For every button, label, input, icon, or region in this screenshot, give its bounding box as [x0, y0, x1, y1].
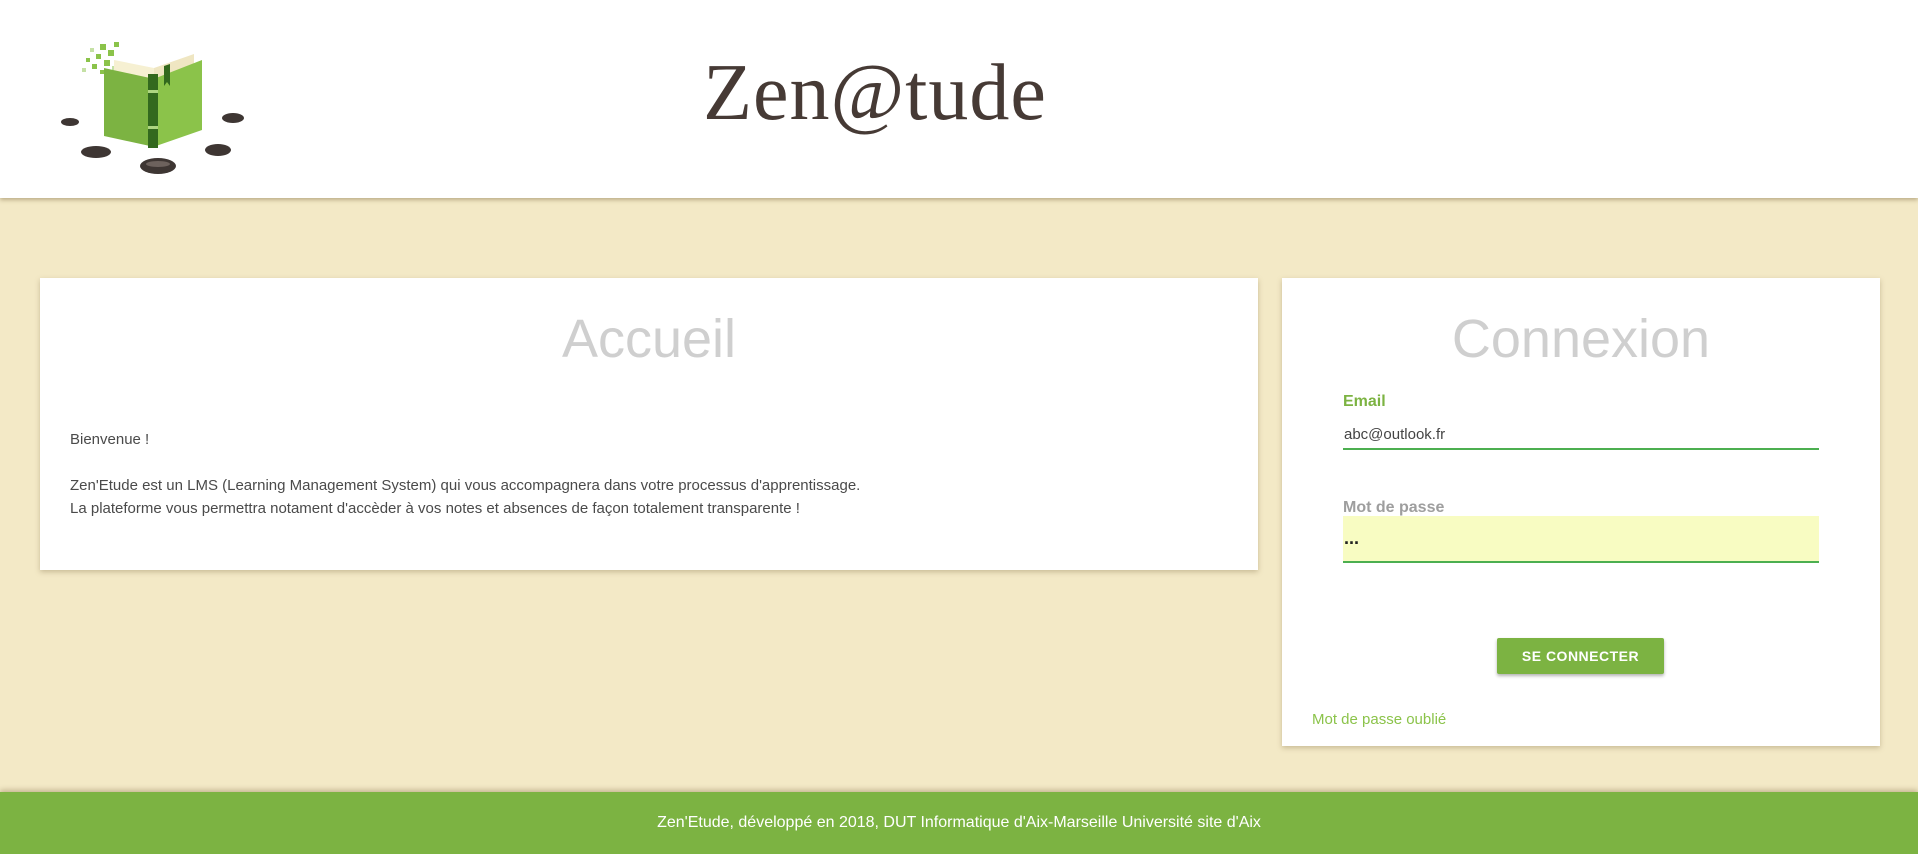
email-field[interactable]	[1343, 420, 1819, 450]
login-button[interactable]: SE CONNECTER	[1497, 638, 1664, 674]
accueil-title: Accueil	[561, 309, 737, 369]
description-line-1: Zen'Etude est un LMS (Learning Managemen…	[70, 477, 861, 494]
site-header: Zen@tude	[0, 0, 1918, 198]
password-label: Mot de passe	[1343, 499, 1445, 516]
greeting-text: Bienvenue !	[70, 431, 150, 448]
login-title: Connexion	[1451, 309, 1711, 369]
email-label: Email	[1343, 393, 1386, 410]
accueil-text: Bienvenue ! Zen'Etude est un LMS (Learni…	[70, 428, 860, 520]
site-footer: Zen'Etude, développé en 2018, DUT Inform…	[0, 792, 1918, 854]
site-title: Zen@tude	[703, 49, 1047, 137]
description-line-2: La plateforme vous permettra notament d'…	[70, 500, 800, 517]
forgot-password-link[interactable]: Mot de passe oublié	[1312, 711, 1446, 728]
login-card: Connexion Email Mot de passe SE CONNECTE…	[1282, 278, 1880, 746]
password-field[interactable]	[1343, 516, 1819, 563]
accueil-card: Accueil Bienvenue ! Zen'Etude est un LMS…	[40, 278, 1258, 570]
